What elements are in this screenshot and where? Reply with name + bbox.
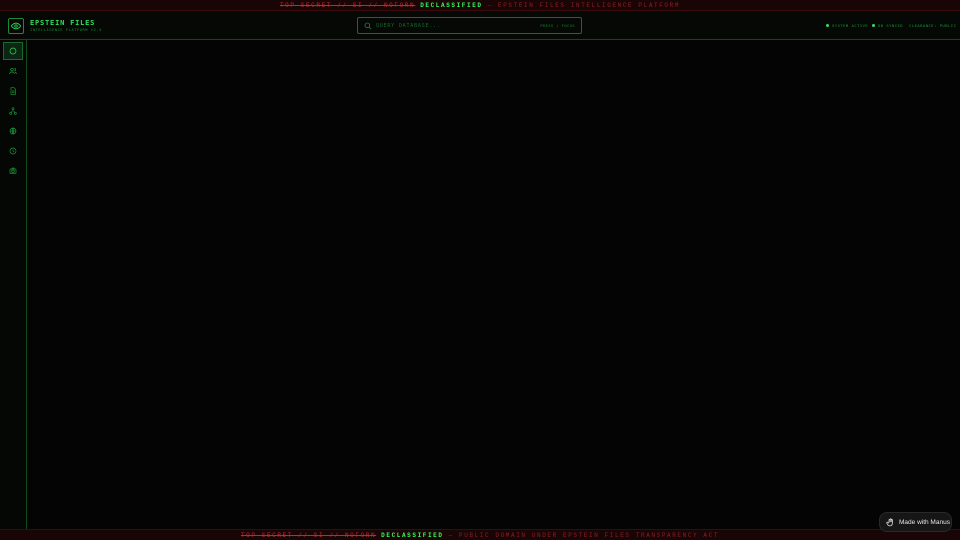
globe-icon xyxy=(9,127,17,135)
clock-icon xyxy=(9,147,17,155)
app-title: EPSTEIN FILES xyxy=(30,19,96,27)
banner-classification: TOP SECRET // SI // NOFORN xyxy=(279,1,416,9)
manus-hand-icon xyxy=(886,517,893,526)
status-dot xyxy=(826,24,829,27)
status-system: SYSTEM ACTIVE xyxy=(826,23,868,28)
app-header: EPSTEIN FILES INTELLIGENCE PLATFORM v2.4… xyxy=(0,11,960,40)
banner-declassified: DECLASSIFIED xyxy=(381,531,444,539)
search-icon xyxy=(364,22,372,30)
search-shortcut-hint: PRESS / FOCUS xyxy=(540,24,575,28)
search-placeholder: QUERY DATABASE... xyxy=(376,23,441,29)
status-system-label: SYSTEM ACTIVE xyxy=(832,23,869,28)
sidebar-item-media[interactable] xyxy=(3,162,23,180)
status-records: DB SYNCED xyxy=(872,23,903,28)
logo-button[interactable] xyxy=(8,18,24,34)
banner-subtitle: — PUBLIC DOMAIN UNDER EPSTEIN FILES TRAN… xyxy=(448,531,720,539)
camera-icon xyxy=(9,167,17,174)
status-clearance: CLEARANCE: PUBLIC xyxy=(909,23,956,28)
status-dot xyxy=(872,24,875,27)
search-input[interactable]: QUERY DATABASE... PRESS / FOCUS xyxy=(357,17,582,34)
document-icon xyxy=(10,87,16,95)
sidebar xyxy=(0,40,27,529)
made-with-manus-badge[interactable]: Made with Manus xyxy=(879,512,952,532)
sidebar-item-people[interactable] xyxy=(3,62,23,80)
network-icon xyxy=(9,107,17,115)
app-subtitle: INTELLIGENCE PLATFORM v2.4 xyxy=(30,28,102,32)
main-content-area xyxy=(28,40,960,529)
status-clearance-label: CLEARANCE: PUBLIC xyxy=(909,23,957,28)
status-records-label: DB SYNCED xyxy=(878,23,904,28)
people-icon xyxy=(9,68,17,75)
sidebar-item-network[interactable] xyxy=(3,102,23,120)
dashboard-icon xyxy=(9,47,17,55)
sidebar-item-documents[interactable] xyxy=(3,82,23,100)
sidebar-item-globe[interactable] xyxy=(3,122,23,140)
sidebar-item-dashboard[interactable] xyxy=(3,42,23,60)
top-classification-banner: TOP SECRET // SI // NOFORN DECLASSIFIED … xyxy=(0,0,960,11)
sidebar-item-timeline[interactable] xyxy=(3,142,23,160)
badge-label: Made with Manus xyxy=(899,518,950,526)
banner-classification: TOP SECRET // SI // NOFORN xyxy=(240,531,377,539)
banner-declassified: DECLASSIFIED xyxy=(420,1,483,9)
eye-icon xyxy=(11,22,21,30)
bottom-classification-banner: TOP SECRET // SI // NOFORN DECLASSIFIED … xyxy=(0,529,960,540)
banner-subtitle: — EPSTEIN FILES INTELLIGENCE PLATFORM xyxy=(487,1,681,9)
